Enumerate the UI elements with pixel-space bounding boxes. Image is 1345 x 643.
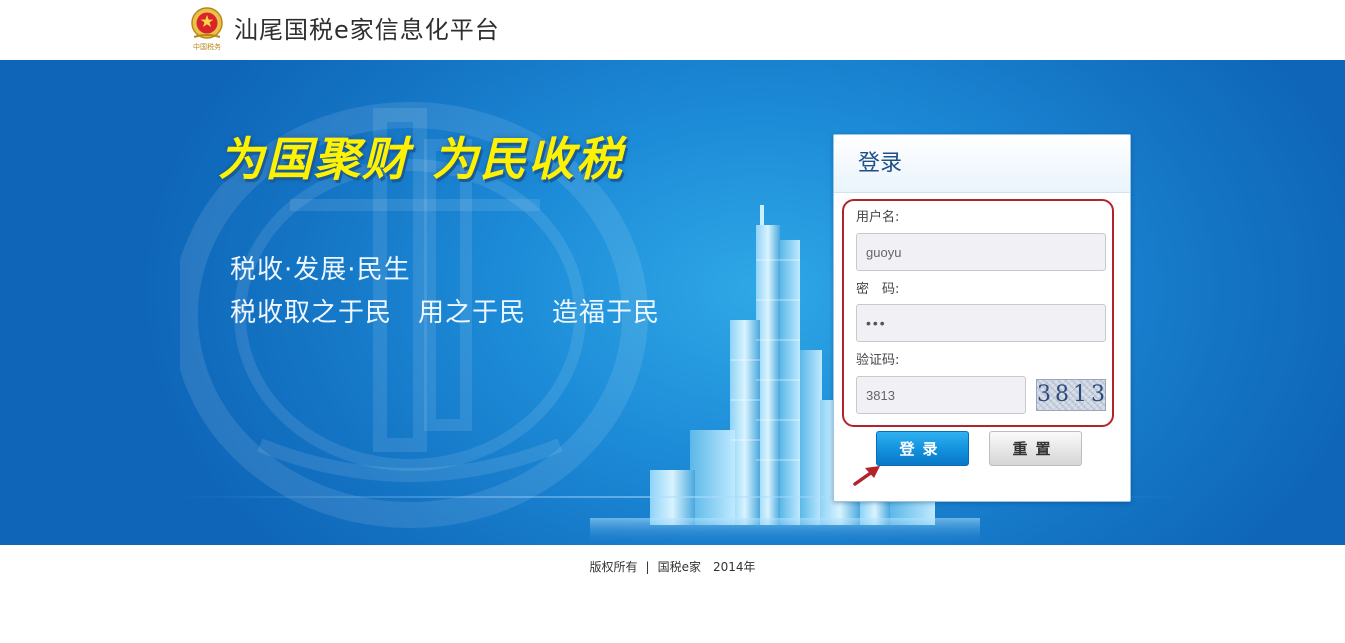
footer-copyright: 版权所有 | 国税e家 2014年 [0, 558, 1345, 576]
slogan-right: 为民收税 [432, 132, 624, 186]
motto-item: 民生 [356, 255, 411, 285]
motto-dot: · [284, 255, 294, 285]
motto-item: 发展 [293, 255, 348, 285]
footer-separator: | [645, 560, 650, 574]
reset-button[interactable]: 重置 [989, 431, 1082, 466]
motto-item: 税收取之于民 [230, 298, 393, 328]
motto-line-1: 税收·发展·民生 [230, 254, 411, 286]
banner-slogan: 为国聚财 为民收税 [218, 130, 624, 188]
password-label: 密 码: [856, 282, 900, 297]
tax-emblem-icon: 中国税务 [191, 7, 223, 51]
captcha-image[interactable]: 3813 [1036, 379, 1106, 411]
footer-year: 2014年 [712, 560, 756, 574]
login-button[interactable]: 登录 [876, 431, 969, 466]
login-panel: 登录 用户名: 密 码: 验证码: 3813 登录 重置 [833, 134, 1131, 502]
motto-item: 造福于民 [552, 298, 661, 328]
svg-text:中国税务: 中国税务 [193, 42, 221, 51]
username-input[interactable] [856, 233, 1106, 271]
hero-banner: 为国聚财 为民收税 税收·发展·民生 税收取之于民 用之于民 造福于民 登录 用户名:… [0, 60, 1345, 545]
footer-brand: 国税e家 [657, 560, 701, 574]
motto-item: 税收 [230, 255, 285, 285]
captcha-label: 验证码: [856, 353, 900, 368]
motto-dot: · [347, 255, 357, 285]
footer-rights: 版权所有 [589, 560, 638, 574]
login-title: 登录 [858, 151, 903, 176]
username-label: 用户名: [856, 210, 900, 225]
motto-item: 用之于民 [418, 298, 527, 328]
slogan-left: 为国聚财 [218, 132, 410, 186]
pointer-arrow-icon [853, 466, 880, 486]
captcha-input[interactable] [856, 376, 1026, 414]
login-form-highlight: 用户名: 密 码: 验证码: 3813 [842, 199, 1114, 427]
site-title: 汕尾国税e家信息化平台 [234, 16, 500, 44]
page-header: 中国税务 汕尾国税e家信息化平台 [0, 0, 1345, 60]
login-panel-header: 登录 [834, 135, 1130, 193]
password-input[interactable] [856, 304, 1106, 342]
motto-line-2: 税收取之于民 用之于民 造福于民 [230, 297, 660, 329]
